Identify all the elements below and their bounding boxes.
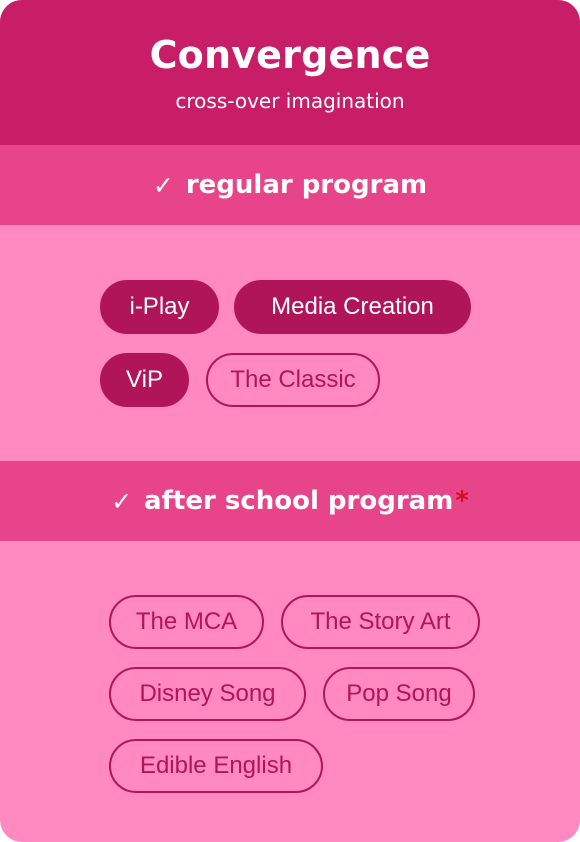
required-marker: * xyxy=(455,486,469,516)
section-header-regular: ✓ regular program xyxy=(0,145,580,225)
chip-media-creation[interactable]: Media Creation xyxy=(234,280,471,334)
chip-group-after-school: The MCA The Story Art Disney Song Pop So… xyxy=(0,541,580,842)
chip-pop-song[interactable]: Pop Song xyxy=(323,667,475,721)
section-header-after-school: ✓ after school program * xyxy=(0,461,580,541)
card-header: Convergence cross-over imagination xyxy=(0,0,580,145)
chip-group-regular: i-Play Media Creation ViP The Classic xyxy=(0,225,580,461)
page-title: Convergence xyxy=(149,33,431,77)
page-subtitle: cross-over imagination xyxy=(175,89,405,113)
chip-i-play[interactable]: i-Play xyxy=(100,280,219,334)
check-icon: ✓ xyxy=(152,170,174,200)
check-icon: ✓ xyxy=(111,486,133,516)
chip-the-story-art[interactable]: The Story Art xyxy=(281,595,480,649)
program-card: Convergence cross-over imagination ✓ reg… xyxy=(0,0,580,842)
chip-disney-song[interactable]: Disney Song xyxy=(109,667,306,721)
chip-vip[interactable]: ViP xyxy=(100,353,189,407)
section-label-regular: regular program xyxy=(185,170,428,200)
chip-the-classic[interactable]: The Classic xyxy=(206,353,380,407)
section-label-after-school: after school program xyxy=(144,486,454,516)
chip-edible-english[interactable]: Edible English xyxy=(109,739,323,793)
chip-the-mca[interactable]: The MCA xyxy=(109,595,264,649)
